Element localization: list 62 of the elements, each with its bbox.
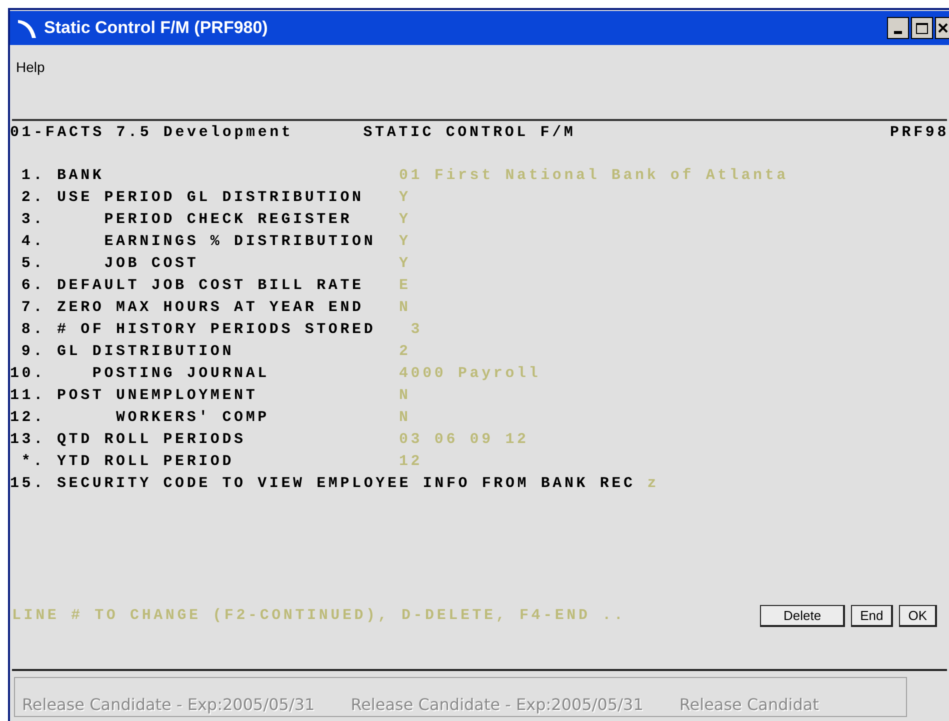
- minimize-button[interactable]: [887, 17, 909, 39]
- field-label: POST UNEMPLOYMENT: [57, 386, 259, 406]
- field-number: 2.: [20, 188, 45, 208]
- field-label: ZERO MAX HOURS AT YEAR END: [57, 298, 365, 318]
- menu-item[interactable]: Help: [16, 57, 45, 78]
- field-number: 5.: [20, 254, 45, 274]
- field-label: YTD ROLL PERIOD: [57, 452, 236, 472]
- close-button[interactable]: [935, 17, 949, 39]
- field-value: 4000 Payroll: [399, 364, 541, 384]
- field-label: QTD ROLL PERIODS: [57, 430, 247, 450]
- field-number: 8.: [20, 320, 45, 340]
- field-label: DEFAULT JOB COST BILL RATE: [57, 276, 365, 296]
- field-number: 13.: [10, 430, 45, 450]
- company-name: 01-FACTS 7.5 Development: [10, 122, 294, 143]
- status-text: Release Candidat: [679, 694, 819, 716]
- dialog-button[interactable]: OK: [899, 605, 937, 627]
- status-text: Release Candidate - Exp:2005/05/31: [22, 694, 315, 716]
- command-prompt: LINE # TO CHANGE (F2-CONTINUED), D-DELETE, F4-END ..: [11, 606, 626, 626]
- screen-title: STATIC CONTROL F/M: [363, 122, 576, 143]
- field-value: 01 First National Bank of Atlanta: [399, 166, 788, 186]
- field-value: 03 06 09 12: [399, 430, 529, 450]
- field-label: EARNINGS % DISTRIBUTION: [103, 232, 377, 252]
- field-number: 9.: [20, 342, 45, 362]
- field-number: *.: [20, 452, 45, 472]
- field-value: Y: [399, 188, 411, 208]
- field-value: z: [647, 474, 660, 494]
- field-value: Y: [399, 232, 411, 252]
- field-value: N: [399, 298, 411, 318]
- field-number: 7.: [20, 298, 45, 318]
- field-value: N: [399, 408, 411, 428]
- field-number: 15.: [10, 474, 45, 494]
- field-number: 6.: [20, 276, 45, 296]
- status-text: Release Candidate - Exp:2005/05/31: [350, 694, 644, 716]
- program-code: PRF98: [890, 122, 949, 143]
- field-value: 12: [399, 452, 423, 472]
- field-value: E: [399, 276, 411, 296]
- window-title: Static Control F/M (PRF980): [44, 17, 268, 40]
- field-label: GL DISTRIBUTION: [57, 342, 236, 362]
- field-label: WORKERS' COMP: [115, 408, 270, 428]
- field-label: PERIOD CHECK REGISTER: [103, 210, 354, 230]
- field-number: 12.: [10, 408, 45, 428]
- app-logo-icon: [16, 17, 38, 39]
- field-number: 11.: [10, 386, 45, 406]
- field-number: 10.: [10, 364, 45, 384]
- field-value: Y: [399, 210, 411, 230]
- field-value: 3: [410, 320, 423, 340]
- field-number: 3.: [20, 210, 45, 230]
- field-value: Y: [399, 254, 411, 274]
- field-number: 1.: [20, 166, 45, 186]
- field-label: BANK: [57, 166, 106, 186]
- close-icon: [938, 23, 948, 33]
- dialog-button[interactable]: End: [851, 605, 894, 627]
- maximize-button[interactable]: [911, 17, 933, 39]
- field-label: JOB COST: [103, 254, 200, 274]
- field-number: 4.: [20, 232, 45, 252]
- field-label: USE PERIOD GL DISTRIBUTION: [57, 188, 365, 208]
- dialog-button[interactable]: Delete: [760, 605, 846, 627]
- field-label: POSTING JOURNAL: [91, 364, 270, 384]
- field-value: 2: [399, 342, 411, 362]
- field-value: N: [399, 386, 411, 406]
- field-label: # OF HISTORY PERIODS STORED: [57, 320, 377, 340]
- field-label: SECURITY CODE TO VIEW EMPLOYEE INFO FROM BANK REC: [57, 474, 636, 494]
